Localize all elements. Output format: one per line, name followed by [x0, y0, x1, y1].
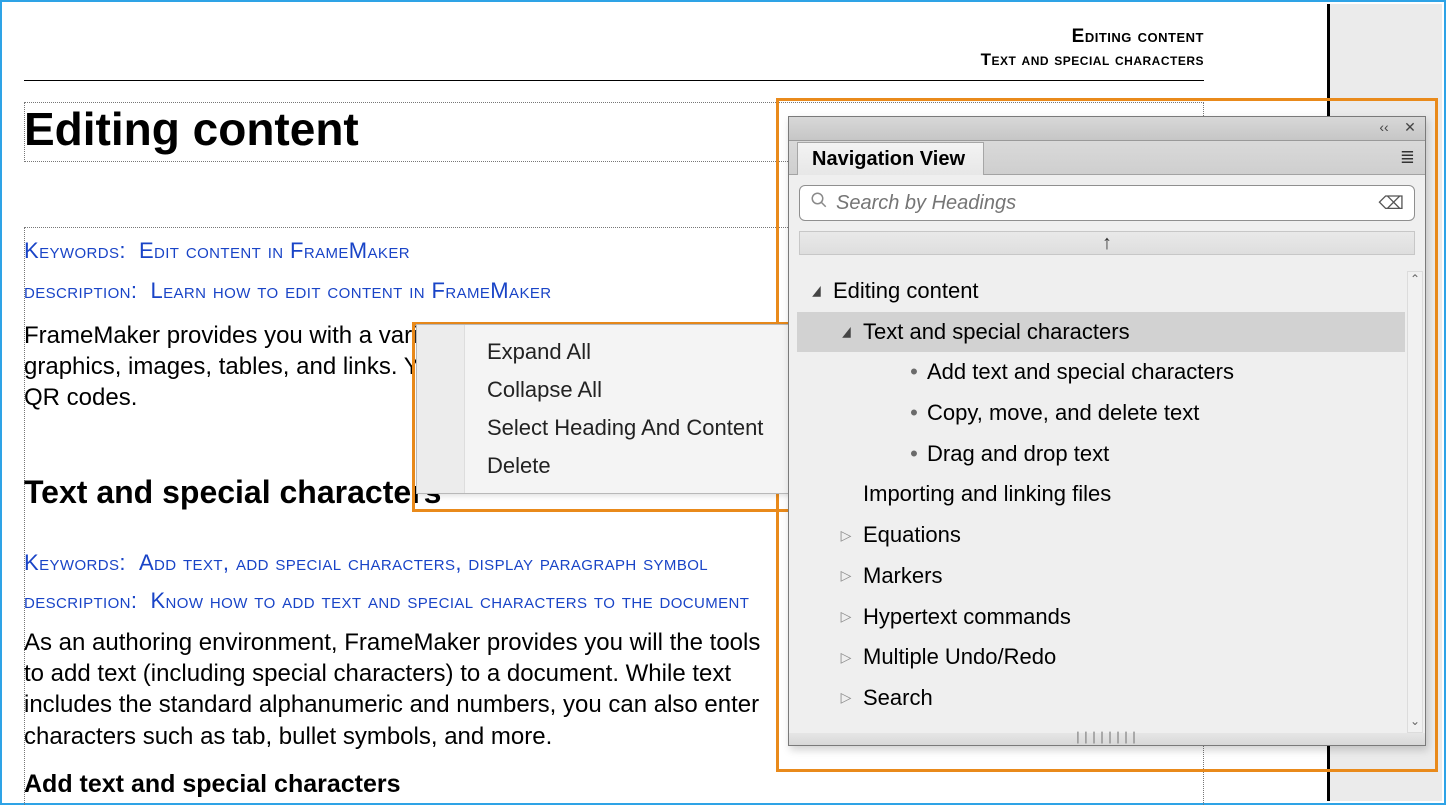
heading-1[interactable]: Editing content — [24, 102, 359, 156]
tab-navigation-view[interactable]: Navigation View — [797, 142, 984, 175]
tree-item-search[interactable]: Search — [797, 678, 1405, 719]
tree-label: Text and special characters — [863, 312, 1130, 353]
keywords-1[interactable]: Keywords: Edit content in FrameMaker — [24, 238, 410, 264]
navigation-tree: Editing content Text and special charact… — [797, 271, 1405, 733]
panel-titlebar[interactable]: ‹‹ ✕ — [789, 117, 1425, 141]
heading-3[interactable]: Add text and special characters — [24, 770, 401, 799]
panel-menu-icon[interactable]: ≣ — [1400, 147, 1415, 168]
context-menu: Expand All Collapse All Select Heading A… — [416, 324, 840, 494]
scroll-down-icon[interactable]: ⌄ — [1408, 714, 1422, 732]
keywords-2-label: Keywords: — [24, 550, 126, 575]
keywords-1-value: Edit content in FrameMaker — [139, 238, 410, 263]
tree-label: Hypertext commands — [863, 597, 1071, 638]
tree-label: Copy, move, and delete text — [927, 393, 1199, 434]
bullet-icon — [905, 352, 923, 393]
tree-item-hypertext[interactable]: Hypertext commands — [797, 597, 1405, 638]
tree-label: Equations — [863, 515, 961, 556]
expand-arrow-icon[interactable] — [807, 278, 825, 304]
search-icon — [810, 191, 828, 215]
tree-item-importing[interactable]: Importing and linking files — [797, 474, 1405, 515]
header-rule — [24, 80, 1204, 81]
header-line1: Editing content — [24, 26, 1204, 48]
tree-item-markers[interactable]: Markers — [797, 556, 1405, 597]
navigation-view-panel: ‹‹ ✕ Navigation View ≣ ⌫ ↑ Editing conte… — [788, 116, 1426, 746]
running-header: Editing content Text and special charact… — [24, 26, 1204, 70]
tree-item-editing-content[interactable]: Editing content — [797, 271, 1405, 312]
keywords-2-value: Add text, add special characters, displa… — [139, 550, 708, 575]
keywords-1-label: Keywords: — [24, 238, 126, 263]
header-line2: Text and special characters — [24, 50, 1204, 70]
bullet-icon — [905, 393, 923, 434]
expand-arrow-icon[interactable] — [837, 523, 855, 549]
tree-item-text-and-special-characters[interactable]: Text and special characters — [797, 312, 1405, 353]
tree-label: Importing and linking files — [863, 474, 1111, 515]
navigate-up-button[interactable]: ↑ — [799, 231, 1415, 255]
panel-close-icon[interactable]: ✕ — [1399, 119, 1421, 137]
description-1-label: description: — [24, 278, 137, 303]
expand-arrow-icon[interactable] — [837, 685, 855, 711]
description-1-value: Learn how to edit content in FrameMaker — [150, 278, 551, 303]
search-field[interactable]: ⌫ — [799, 185, 1415, 221]
panel-collapse-icon[interactable]: ‹‹ — [1373, 119, 1395, 137]
keywords-2[interactable]: Keywords: Add text, add special characte… — [24, 550, 708, 576]
tree-item-drag-drop[interactable]: Drag and drop text — [797, 434, 1405, 475]
description-2-value: Know how to add text and special charact… — [150, 588, 749, 613]
tree-label: Editing content — [833, 271, 979, 312]
tree-label: Add text and special characters — [927, 352, 1234, 393]
tree-label: Drag and drop text — [927, 434, 1109, 475]
tree-item-equations[interactable]: Equations — [797, 515, 1405, 556]
menu-item-select-heading-and-content[interactable]: Select Heading And Content — [465, 409, 839, 447]
expand-arrow-icon[interactable] — [837, 319, 855, 345]
scroll-up-icon[interactable]: ⌃ — [1408, 272, 1422, 290]
heading-2[interactable]: Text and special characters — [24, 474, 441, 511]
expand-arrow-icon[interactable] — [837, 645, 855, 671]
menu-item-delete[interactable]: Delete — [465, 447, 839, 485]
description-2[interactable]: description: Know how to add text and sp… — [24, 588, 749, 614]
context-menu-icon-column — [417, 325, 465, 493]
panel-tab-row: Navigation View ≣ — [789, 141, 1425, 175]
tree-label: Markers — [863, 556, 942, 597]
vertical-scrollbar[interactable]: ⌃ ⌄ — [1407, 271, 1423, 733]
menu-item-collapse-all[interactable]: Collapse All — [465, 371, 839, 409]
tree-item-copy-move-delete[interactable]: Copy, move, and delete text — [797, 393, 1405, 434]
paragraph-2[interactable]: As an authoring environment, FrameMaker … — [24, 627, 784, 752]
menu-item-expand-all[interactable]: Expand All — [465, 333, 839, 371]
expand-arrow-icon[interactable] — [837, 604, 855, 630]
expand-arrow-icon[interactable] — [837, 563, 855, 589]
clear-search-icon[interactable]: ⌫ — [1379, 193, 1404, 214]
search-input[interactable] — [836, 192, 1379, 215]
tree-item-add-text[interactable]: Add text and special characters — [797, 352, 1405, 393]
panel-resize-handle[interactable]: ┃┃┃┃┃┃┃┃ — [789, 733, 1425, 745]
tree-label: Multiple Undo/Redo — [863, 637, 1056, 678]
description-2-label: description: — [24, 588, 137, 613]
tree-item-undo-redo[interactable]: Multiple Undo/Redo — [797, 637, 1405, 678]
tree-label: Search — [863, 678, 933, 719]
description-1[interactable]: description: Learn how to edit content i… — [24, 278, 551, 304]
bullet-icon — [905, 434, 923, 475]
